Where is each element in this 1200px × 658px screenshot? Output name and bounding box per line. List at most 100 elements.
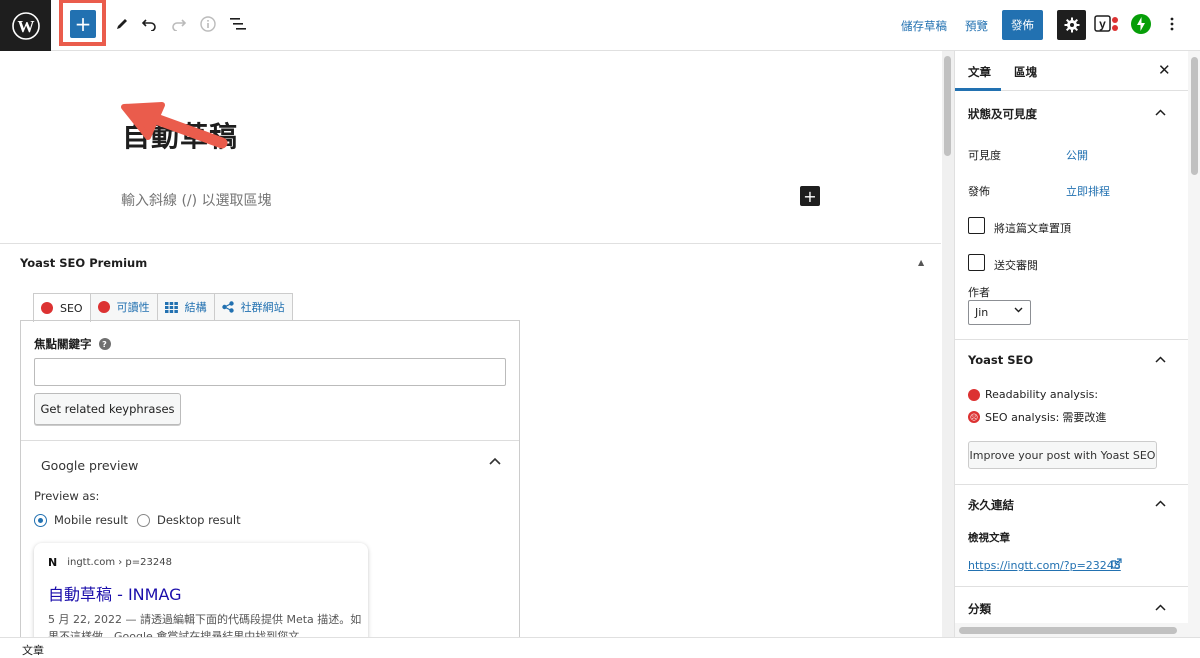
sidebar-horizontal-scrollbar[interactable] bbox=[955, 623, 1188, 637]
mobile-result-label: Mobile result bbox=[54, 513, 128, 527]
publish-schedule-toggle[interactable]: 立即排程 bbox=[1066, 183, 1110, 199]
help-icon[interactable]: ? bbox=[98, 338, 111, 350]
publish-label: 發佈 bbox=[968, 185, 990, 198]
chevron-up-icon[interactable] bbox=[489, 454, 501, 469]
divider bbox=[955, 484, 1188, 485]
divider bbox=[955, 339, 1188, 340]
sidebar-scrollbar[interactable] bbox=[1188, 51, 1200, 637]
sidebar-tabs: 文章 區塊 ✕ bbox=[955, 51, 1200, 91]
pending-review-checkbox[interactable] bbox=[968, 254, 985, 271]
active-tab-indicator bbox=[955, 88, 1001, 91]
yoast-sidebar-title[interactable]: Yoast SEO bbox=[968, 353, 1033, 367]
author-value: Jin bbox=[975, 306, 989, 319]
svg-text:W: W bbox=[17, 17, 34, 36]
seo-status: 需要改進 bbox=[1062, 411, 1107, 424]
yoast-seo-panel: 焦點關鍵字 ? Get related keyphrases Google pr… bbox=[20, 320, 520, 637]
sticky-label: 將這篇文章置頂 bbox=[994, 222, 1071, 235]
google-preview-title[interactable]: Google preview bbox=[41, 458, 138, 473]
yoast-metabox-title: Yoast SEO Premium bbox=[20, 256, 148, 270]
radio-unchecked-icon[interactable] bbox=[137, 513, 150, 527]
scrollbar-thumb[interactable] bbox=[1191, 57, 1198, 175]
wordpress-logo-icon[interactable]: W bbox=[0, 0, 51, 51]
preview-button[interactable]: 預覽 bbox=[965, 18, 988, 34]
yoast-icon[interactable]: y bbox=[1094, 13, 1120, 35]
chevron-up-icon[interactable] bbox=[1155, 497, 1166, 510]
svg-text:y: y bbox=[1099, 17, 1106, 31]
get-related-keyphrases-button[interactable]: Get related keyphrases bbox=[34, 393, 181, 425]
redo-icon[interactable] bbox=[168, 13, 190, 35]
sad-face-icon: ☹ bbox=[968, 411, 980, 423]
serp-preview-card: N ingtt.com › p=23248 自動草稿 - INMAG 5 月 2… bbox=[34, 543, 368, 637]
save-draft-button[interactable]: 儲存草稿 bbox=[901, 18, 947, 34]
external-link-icon[interactable] bbox=[1111, 558, 1122, 573]
tab-seo[interactable]: SEO bbox=[33, 293, 91, 322]
block-inserter-button[interactable]: + bbox=[70, 10, 96, 38]
annotation-arrow-icon bbox=[121, 102, 228, 149]
tab-block[interactable]: 區塊 bbox=[1014, 64, 1037, 80]
sticky-checkbox[interactable] bbox=[968, 217, 985, 234]
tab-schema[interactable]: 結構 bbox=[156, 293, 215, 320]
site-favicon-icon: N bbox=[48, 556, 58, 569]
publish-button[interactable]: 發佈 bbox=[1002, 10, 1043, 40]
scrollbar-thumb[interactable] bbox=[959, 627, 1177, 634]
pencil-icon[interactable] bbox=[111, 13, 133, 35]
chevron-down-icon bbox=[1014, 306, 1023, 316]
tab-label: 社群網站 bbox=[240, 301, 285, 314]
undo-icon[interactable] bbox=[138, 13, 160, 35]
share-icon bbox=[221, 301, 234, 313]
editor-scrollbar[interactable] bbox=[942, 51, 954, 637]
tab-post[interactable]: 文章 bbox=[968, 64, 991, 80]
readability-label: Readability analysis: bbox=[985, 388, 1099, 401]
tab-social[interactable]: 社群網站 bbox=[213, 293, 293, 320]
info-icon[interactable] bbox=[197, 13, 219, 35]
desktop-result-radio[interactable]: Desktop result bbox=[137, 513, 241, 527]
readability-analysis[interactable]: Readability analysis: bbox=[968, 388, 1098, 401]
tab-readability[interactable]: 可讀性 bbox=[89, 293, 158, 320]
jetpack-icon[interactable] bbox=[1130, 13, 1152, 35]
seo-analysis-label: SEO analysis: bbox=[985, 410, 1060, 424]
seo-analysis[interactable]: ☹ SEO analysis: 需要改進 bbox=[968, 409, 1106, 425]
close-icon[interactable]: ✕ bbox=[1158, 61, 1171, 79]
focus-keyphrase-label: 焦點關鍵字 ? bbox=[34, 336, 111, 352]
divider bbox=[955, 586, 1188, 587]
desktop-result-label: Desktop result bbox=[157, 513, 241, 527]
list-view-icon[interactable] bbox=[227, 13, 249, 35]
radio-checked-icon[interactable] bbox=[34, 513, 47, 527]
chevron-up-icon[interactable] bbox=[1155, 601, 1166, 614]
scrollbar-thumb[interactable] bbox=[944, 56, 951, 156]
permalink-url[interactable]: https://ingtt.com/?p=23248 bbox=[968, 559, 1121, 572]
preview-as-label: Preview as: bbox=[34, 489, 100, 503]
author-label: 作者 bbox=[968, 286, 990, 299]
focus-keyphrase-text: 焦點關鍵字 bbox=[34, 337, 92, 351]
block-placeholder[interactable]: 輸入斜線 (/) 以選取區塊 bbox=[121, 190, 272, 210]
red-dot-icon bbox=[41, 302, 53, 314]
improve-post-button[interactable]: Improve your post with Yoast SEO bbox=[968, 441, 1157, 469]
view-post-label: 檢視文章 bbox=[968, 532, 1010, 544]
serp-title[interactable]: 自動草稿 - INMAG bbox=[48, 581, 182, 605]
tab-label: 結構 bbox=[184, 301, 207, 314]
author-select[interactable]: Jin bbox=[968, 300, 1031, 325]
add-block-button[interactable]: + bbox=[800, 186, 820, 206]
serp-url: ingtt.com › p=23248 bbox=[67, 557, 172, 568]
status-visibility-title[interactable]: 狀態及可見度 bbox=[968, 106, 1037, 122]
more-options-icon[interactable] bbox=[1161, 13, 1183, 35]
editor-footer: 文章 bbox=[0, 637, 1200, 658]
editor-canvas: 自動草稿 輸入斜線 (/) 以選取區塊 + Yoast SEO Premium … bbox=[0, 51, 941, 637]
visibility-label: 可見度 bbox=[968, 149, 1001, 162]
permalink-title[interactable]: 永久連結 bbox=[968, 497, 1014, 513]
mobile-result-radio[interactable]: Mobile result bbox=[34, 513, 128, 527]
pending-review-label: 送交審閱 bbox=[994, 259, 1038, 272]
settings-sidebar: 文章 區塊 ✕ 狀態及可見度 可見度 公開 發佈 立即排程 將這篇文章置頂 送交… bbox=[954, 51, 1200, 637]
tab-label: 可讀性 bbox=[116, 301, 150, 314]
chevron-up-icon[interactable] bbox=[1155, 353, 1166, 366]
breadcrumb[interactable]: 文章 bbox=[22, 642, 44, 658]
category-title[interactable]: 分類 bbox=[968, 601, 991, 617]
tab-label: SEO bbox=[60, 301, 83, 315]
settings-gear-icon[interactable] bbox=[1057, 10, 1086, 40]
divider bbox=[21, 440, 519, 441]
visibility-toggle[interactable]: 公開 bbox=[1066, 147, 1088, 163]
yoast-tabs: SEO 可讀性 結構 社群網站 bbox=[33, 293, 293, 322]
focus-keyphrase-input[interactable] bbox=[34, 358, 506, 386]
chevron-up-icon[interactable] bbox=[1155, 106, 1166, 119]
collapse-caret-icon[interactable]: ▲ bbox=[918, 258, 924, 267]
